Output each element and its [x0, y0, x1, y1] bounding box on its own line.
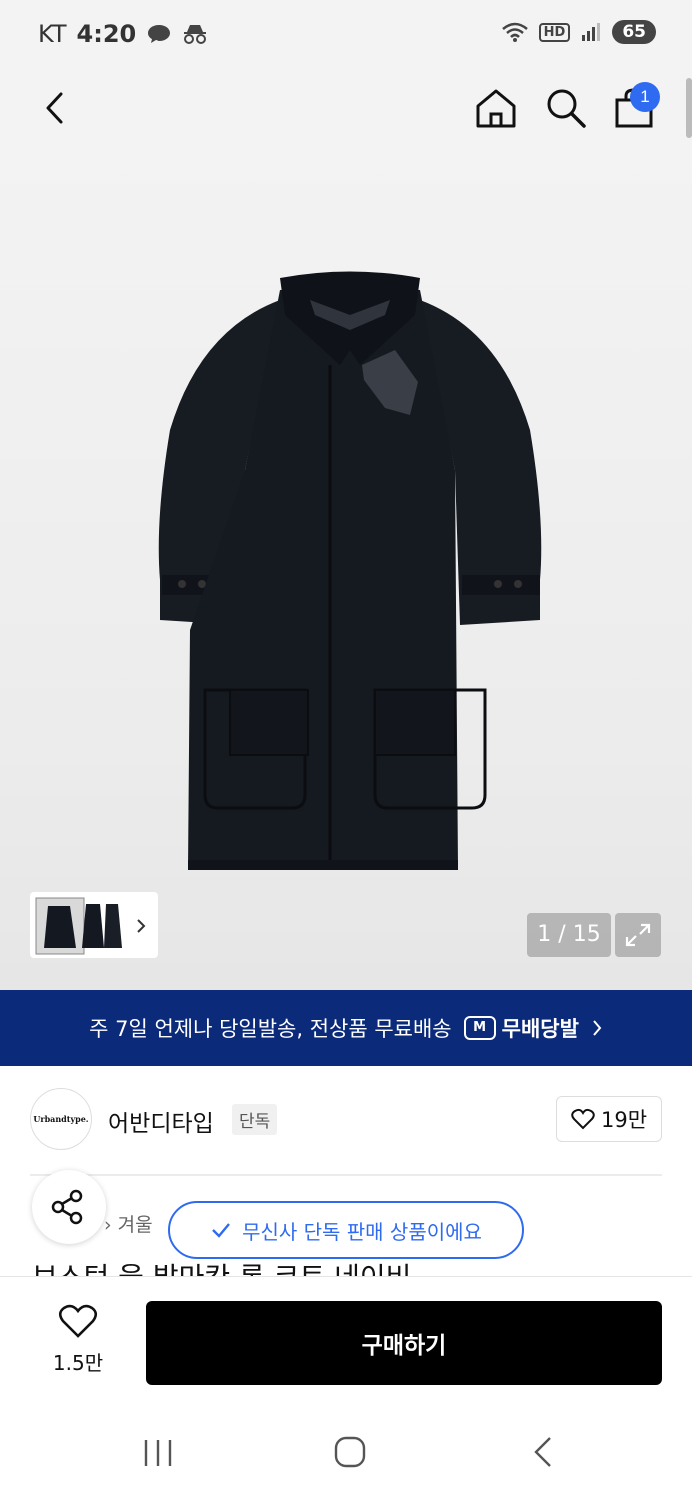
image-counter: 1 / 15	[527, 913, 611, 957]
breadcrumb[interactable]: › 겨울	[104, 1210, 153, 1237]
recent-apps-icon[interactable]	[142, 1438, 174, 1468]
heart-outline-icon	[58, 1304, 98, 1338]
carrier-label: KT	[38, 20, 67, 48]
home-nav-icon[interactable]	[334, 1436, 366, 1468]
exclusive-badge: 단독	[232, 1104, 278, 1135]
buy-button[interactable]: 구매하기	[146, 1301, 662, 1385]
wifi-icon	[501, 22, 528, 42]
divider	[30, 1174, 662, 1176]
incognito-icon	[184, 25, 207, 44]
banner-brand: M 무배당발	[463, 1013, 579, 1043]
share-icon	[51, 1189, 83, 1225]
brand-like-count: 19만	[600, 1108, 648, 1132]
chat-bubble-icon	[148, 25, 171, 43]
banner-brand-label: 무배당발	[501, 1017, 579, 1041]
product-image-coat	[158, 271, 542, 870]
delivery-logo-icon: M	[463, 1016, 496, 1040]
back-arrow-icon[interactable]	[36, 88, 76, 128]
wishlist-count: 1.5만	[52, 1351, 104, 1375]
purchase-bar: 1.5만 구매하기	[0, 1276, 692, 1404]
heart-icon	[571, 1108, 595, 1130]
toast-text: 무신사 단독 판매 상품이에요	[242, 1219, 482, 1244]
thumbnail-strip[interactable]	[30, 892, 158, 958]
cart-count-badge: 1	[630, 82, 660, 112]
product-image-gallery[interactable]: 1 / 15	[0, 150, 692, 990]
wishlist-button[interactable]: 1.5만	[38, 1303, 118, 1379]
home-icon[interactable]	[474, 86, 518, 130]
status-right: HD 65	[501, 20, 656, 44]
chevron-right-icon	[593, 1020, 602, 1036]
brand-like-button[interactable]: 19만	[556, 1096, 662, 1142]
banner-text: 주 7일 언제나 당일발송, 전상품 무료배송	[89, 1017, 452, 1041]
status-left: KT 4:20	[38, 20, 208, 48]
thumbnail-image[interactable]	[30, 892, 158, 958]
product-title: 보스턴 울 발마칸 롱 코트 네이비	[32, 1258, 411, 1276]
signal-icon	[582, 23, 601, 41]
check-icon	[212, 1223, 230, 1238]
status-bar: KT 4:20 HD 65	[0, 0, 692, 70]
brand-logo-text: Urbandtype.	[33, 1114, 89, 1124]
battery-indicator: 65	[612, 20, 656, 44]
search-icon[interactable]	[544, 86, 588, 130]
brand-logo[interactable]: Urbandtype.	[30, 1088, 92, 1150]
system-navigation-bar	[0, 1404, 692, 1500]
exclusive-toast: 무신사 단독 판매 상품이에요	[168, 1201, 524, 1259]
delivery-banner[interactable]: 주 7일 언제나 당일발송, 전상품 무료배송 M 무배당발	[0, 990, 692, 1066]
share-button[interactable]	[32, 1170, 106, 1244]
brand-name[interactable]: 어반디타입	[108, 1104, 214, 1138]
scroll-indicator	[686, 78, 692, 138]
clock: 4:20	[76, 20, 137, 48]
back-nav-icon[interactable]	[530, 1436, 558, 1468]
app-header: 1	[0, 70, 692, 150]
hd-indicator: HD	[538, 22, 571, 42]
expand-icon[interactable]	[615, 913, 661, 957]
